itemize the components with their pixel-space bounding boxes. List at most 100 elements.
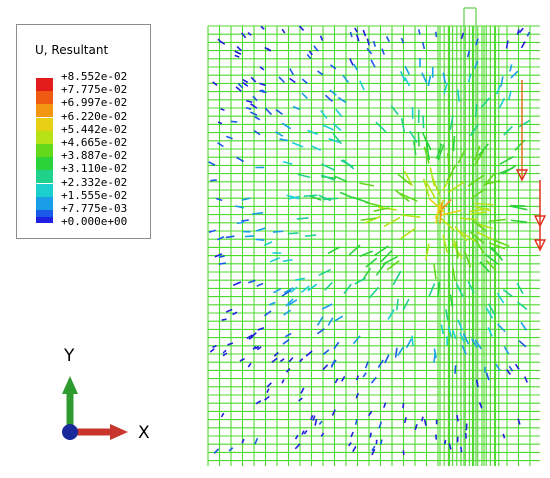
displacement-vector <box>289 77 296 84</box>
displacement-vector <box>306 53 312 60</box>
displacement-vector <box>264 107 273 116</box>
displacement-vector <box>329 89 337 96</box>
displacement-vector <box>404 76 411 87</box>
displacement-vector <box>281 379 285 384</box>
displacement-vector <box>269 257 280 263</box>
displacement-vector <box>403 417 407 424</box>
displacement-vector <box>210 179 217 182</box>
displacement-vector <box>400 227 416 240</box>
displacement-vector <box>510 70 519 79</box>
displacement-vector <box>320 109 328 120</box>
displacement-vector <box>459 217 479 221</box>
displacement-vector <box>301 78 308 84</box>
displacement-vector <box>402 450 405 456</box>
displacement-vector <box>322 364 329 371</box>
displacement-vector <box>423 419 427 426</box>
displacement-vector <box>498 166 514 175</box>
displacement-vector <box>385 35 391 43</box>
displacement-vector <box>289 68 295 76</box>
displacement-vector <box>421 41 426 50</box>
displacement-vector <box>526 31 531 37</box>
displacement-vector <box>422 115 425 129</box>
displacement-vector <box>255 238 265 241</box>
displacement-vector <box>442 72 447 84</box>
displacement-vector <box>217 121 223 125</box>
displacement-vector <box>283 160 293 165</box>
displacement-vector <box>318 420 323 425</box>
displacement-vector <box>227 342 234 346</box>
displacement-vector <box>319 35 324 41</box>
displacement-vector <box>405 338 412 349</box>
displacement-vector <box>221 318 227 321</box>
displacement-vector <box>429 167 435 187</box>
displacement-vector <box>401 214 421 218</box>
displacement-vector <box>234 50 242 55</box>
displacement-vector <box>452 136 456 152</box>
displacement-vector <box>288 357 294 363</box>
displacement-vector <box>266 388 270 394</box>
displacement-vector <box>334 378 339 384</box>
displacement-vector <box>392 270 402 286</box>
displacement-vector <box>399 71 406 82</box>
displacement-vector <box>365 257 378 268</box>
displacement-vector <box>342 159 355 170</box>
displacement-vector <box>260 25 265 30</box>
displacement-vector <box>279 358 285 363</box>
mesh-viewport[interactable] <box>0 0 550 478</box>
displacement-vector <box>287 232 299 235</box>
displacement-vector <box>502 288 513 298</box>
displacement-vector <box>215 197 223 202</box>
displacement-vector <box>502 433 506 439</box>
displacement-vector <box>327 246 341 255</box>
displacement-vector <box>304 234 317 237</box>
finite-element-mesh <box>207 7 540 466</box>
displacement-vector <box>456 414 459 422</box>
displacement-vector <box>239 357 245 362</box>
displacement-vector <box>510 219 528 223</box>
displacement-vector <box>348 244 361 256</box>
displacement-vector <box>278 76 286 84</box>
displacement-vector <box>291 141 304 148</box>
displacement-vector <box>281 28 286 34</box>
displacement-vector <box>301 92 309 100</box>
displacement-vector <box>354 277 366 285</box>
displacement-vector <box>352 446 357 453</box>
displacement-vector <box>440 324 444 335</box>
displacement-vector <box>427 75 432 87</box>
displacement-vector <box>396 298 399 311</box>
displacement-vector <box>209 348 215 353</box>
displacement-vector <box>300 387 305 394</box>
displacement-vector <box>349 58 354 66</box>
displacement-vector <box>256 282 264 287</box>
displacement-vector <box>282 258 293 263</box>
displacement-vector <box>247 362 252 368</box>
displacement-vector <box>303 194 318 198</box>
displacement-vector <box>307 283 318 292</box>
displacement-vector <box>454 365 457 374</box>
displacement-vector <box>417 131 420 147</box>
displacement-vector <box>242 78 249 84</box>
displacement-vector <box>220 108 225 111</box>
displacement-vector <box>348 442 352 447</box>
displacement-vector <box>246 99 253 104</box>
displacement-vector <box>421 416 424 422</box>
displacement-vector <box>296 217 309 220</box>
displacement-vector <box>411 335 414 347</box>
displacement-vector <box>303 430 308 435</box>
displacement-vector <box>222 349 227 354</box>
displacement-vector <box>272 230 284 233</box>
displacement-vector <box>254 437 259 445</box>
displacement-vector <box>225 235 235 239</box>
displacement-vector <box>208 161 216 166</box>
displacement-vector <box>500 76 504 87</box>
displacement-vector <box>434 31 438 38</box>
displacement-vector <box>217 142 224 148</box>
displacement-vector <box>317 70 324 76</box>
displacement-vector <box>518 119 530 128</box>
displacement-vector <box>381 48 385 55</box>
displacement-vector <box>322 124 334 131</box>
displacement-vector <box>230 120 238 123</box>
displacement-vector <box>460 446 463 453</box>
displacement-vector <box>488 218 506 223</box>
displacement-vector <box>370 59 376 68</box>
